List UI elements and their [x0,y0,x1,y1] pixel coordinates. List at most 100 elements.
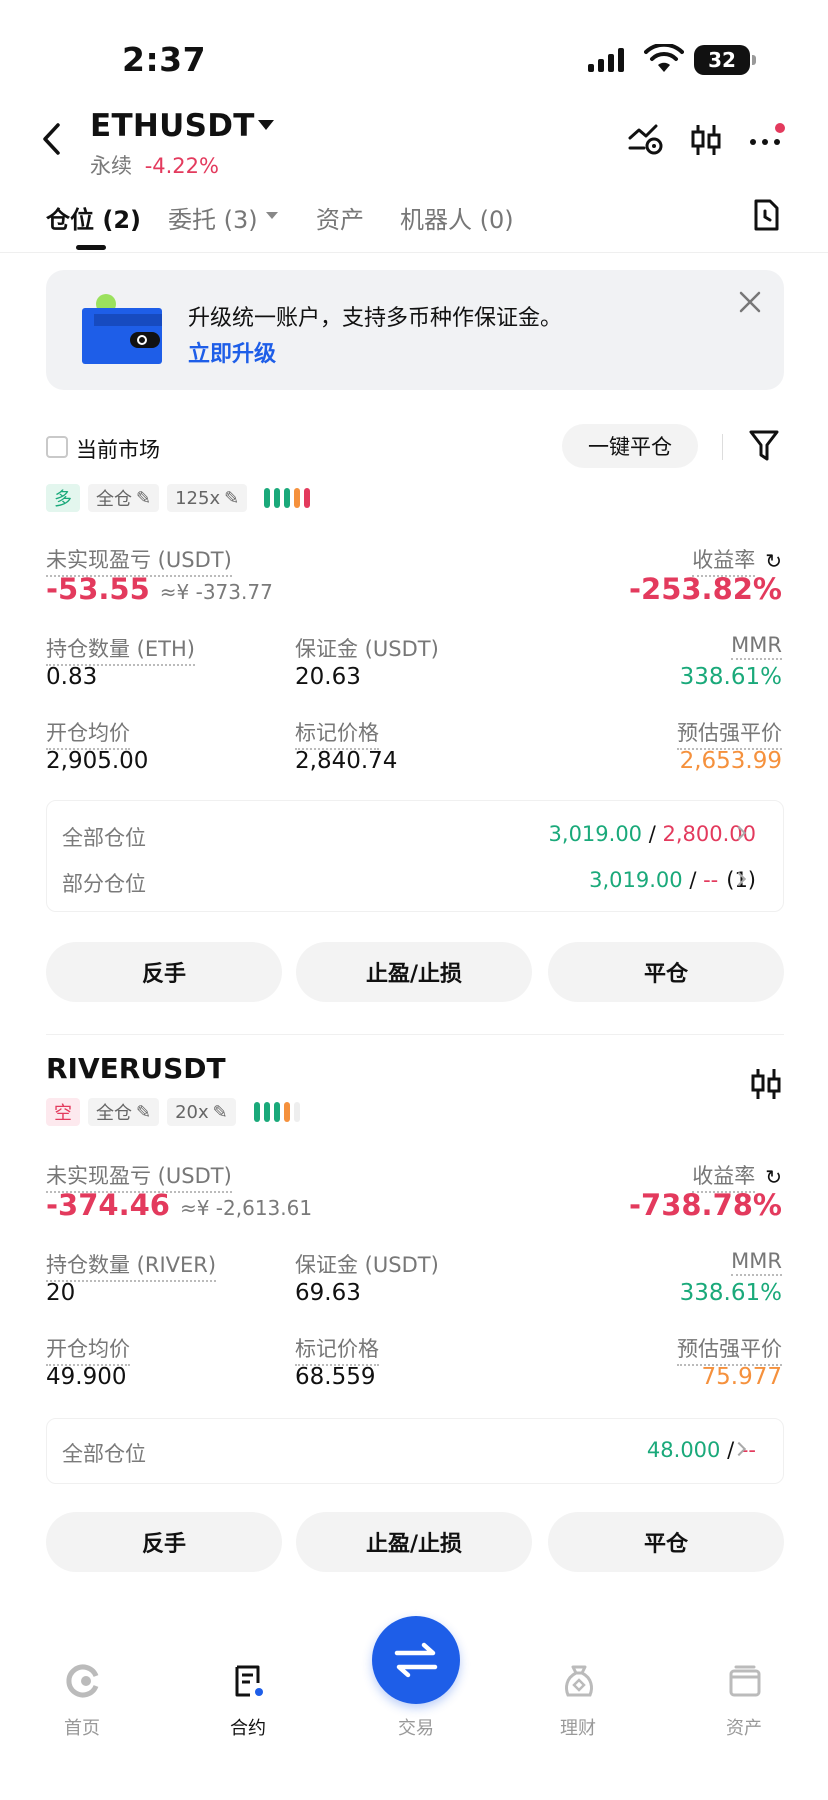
risk-bar [304,488,310,508]
side-badge: 空 [46,1098,80,1126]
margin-mode-tag[interactable]: 全仓 ✎ [88,1098,160,1126]
roi-value: -253.82% [628,572,782,606]
tab-divider [0,252,828,253]
liq-price-value: 2,653.99 [679,748,782,774]
refresh-icon[interactable]: ↻ [765,1165,782,1189]
margin-mode-tag[interactable]: 全仓 ✎ [88,484,160,512]
history-icon[interactable] [752,198,780,236]
entry-price-value: 49.900 [46,1364,127,1390]
tab-orders[interactable]: 委托 (3) [168,200,258,235]
quantity-label: 持仓数量 (ETH) [46,633,195,666]
entry-price-value: 2,905.00 [46,748,149,774]
position-tags: 空 全仓 ✎ 20x ✎ [46,1098,236,1126]
margin-mode-label: 全仓 [96,1103,132,1124]
pnl-value-row: -53.55 ≈¥ -373.77 [46,572,273,606]
contract-type: 永续 [90,154,132,178]
battery-indicator: 32 [694,45,756,75]
swap-icon [394,1642,438,1678]
tp-value: 48.000 [646,1438,721,1462]
full-tpsl-row[interactable]: 3,019.00 / 2,800.00 [549,822,756,846]
filter-icon[interactable] [748,428,780,468]
reverse-button[interactable]: 反手 [46,942,282,1002]
entry-price-label: 开仓均价 [46,1333,130,1366]
side-badge: 多 [46,484,80,512]
risk-bar [284,1102,290,1122]
close-icon[interactable] [738,290,762,318]
separator: / [642,822,663,846]
mark-price-label: 标记价格 [295,717,379,750]
symbol-selector[interactable]: ETHUSDT [90,108,255,144]
banner-text: 升级统一账户，支持多币种作保证金。 [188,306,563,331]
reverse-button[interactable]: 反手 [46,1512,282,1572]
close-all-button[interactable]: 一键平仓 [562,424,698,468]
liq-price-label: 预估强平价 [677,717,782,750]
partial-position-label: 部分仓位 [62,872,146,896]
tpsl-button[interactable]: 止盈/止损 [296,942,532,1002]
risk-bar [284,488,290,508]
sl-value: -- [703,868,719,892]
risk-bar [264,1102,270,1122]
price-change: -4.22% [144,154,219,178]
mmr-label: MMR [731,633,782,660]
separator: / [682,868,704,892]
quantity-value: 20 [46,1280,76,1306]
nav-wealth[interactable]: 理财 [538,1714,618,1740]
tab-bots[interactable]: 机器人 (0) [400,200,514,235]
close-position-button[interactable]: 平仓 [548,942,784,1002]
candlestick-chart-icon[interactable] [690,122,722,162]
edit-icon: ✎ [224,487,240,509]
wealth-icon[interactable] [562,1664,596,1702]
partial-tpsl-row[interactable]: 3,019.00 / -- (1) [589,868,756,892]
tpsl-button[interactable]: 止盈/止损 [296,1512,532,1572]
nav-trade[interactable]: 交易 [376,1714,456,1740]
edit-icon: ✎ [212,1101,228,1123]
status-time: 2:37 [122,40,207,79]
leverage-tag[interactable]: 125x ✎ [167,484,248,512]
risk-bar [264,488,270,508]
position-symbol[interactable]: RIVERUSDT [46,1052,226,1085]
more-options-icon[interactable] [748,122,788,160]
upgrade-link[interactable]: 立即升级 [188,336,276,368]
pnl-cny: ≈¥ -2,613.61 [179,1196,313,1220]
tp-value: 3,019.00 [589,868,683,892]
risk-bar [254,1102,260,1122]
trend-order-icon[interactable] [628,122,664,160]
pnl-value-row: -374.46 ≈¥ -2,613.61 [46,1188,312,1222]
risk-bar [294,488,300,508]
full-position-label: 全部仓位 [62,1442,146,1466]
mark-price-label: 标记价格 [295,1333,379,1366]
tab-assets[interactable]: 资产 [316,200,364,235]
current-market-label: 当前市场 [76,438,160,462]
refresh-icon[interactable]: ↻ [765,549,782,573]
back-button[interactable] [40,122,62,160]
tab-positions[interactable]: 仓位 (2) [46,200,141,235]
home-icon[interactable] [66,1664,100,1702]
edit-icon: ✎ [136,1101,152,1123]
position-divider [46,1034,784,1035]
nav-home[interactable]: 首页 [42,1714,122,1740]
risk-level-bars [254,1102,310,1122]
nav-assets[interactable]: 资产 [704,1714,784,1740]
leverage-tag[interactable]: 20x ✎ [167,1098,236,1126]
margin-mode-label: 全仓 [96,489,132,510]
divider [722,434,723,460]
pnl-value: -53.55 [46,572,150,606]
close-position-button[interactable]: 平仓 [548,1512,784,1572]
trade-button[interactable] [372,1616,460,1704]
chevron-down-icon[interactable] [258,120,274,130]
assets-icon[interactable] [728,1664,762,1702]
nav-contract[interactable]: 合约 [208,1714,288,1740]
tab-indicator [76,245,106,250]
risk-bar [274,1102,280,1122]
wifi-icon [644,42,684,78]
risk-level-bars [264,488,320,508]
tpsl-box [46,800,784,912]
candlestick-chart-icon[interactable] [750,1066,782,1106]
margin-label: 保证金 (USDT) [295,637,439,661]
leverage-label: 20x [175,1101,209,1123]
current-market-checkbox[interactable] [46,436,68,458]
margin-value: 69.63 [295,1280,361,1306]
chevron-down-icon[interactable] [266,212,278,219]
tp-value: 3,019.00 [548,822,643,846]
contract-icon[interactable] [232,1664,266,1702]
